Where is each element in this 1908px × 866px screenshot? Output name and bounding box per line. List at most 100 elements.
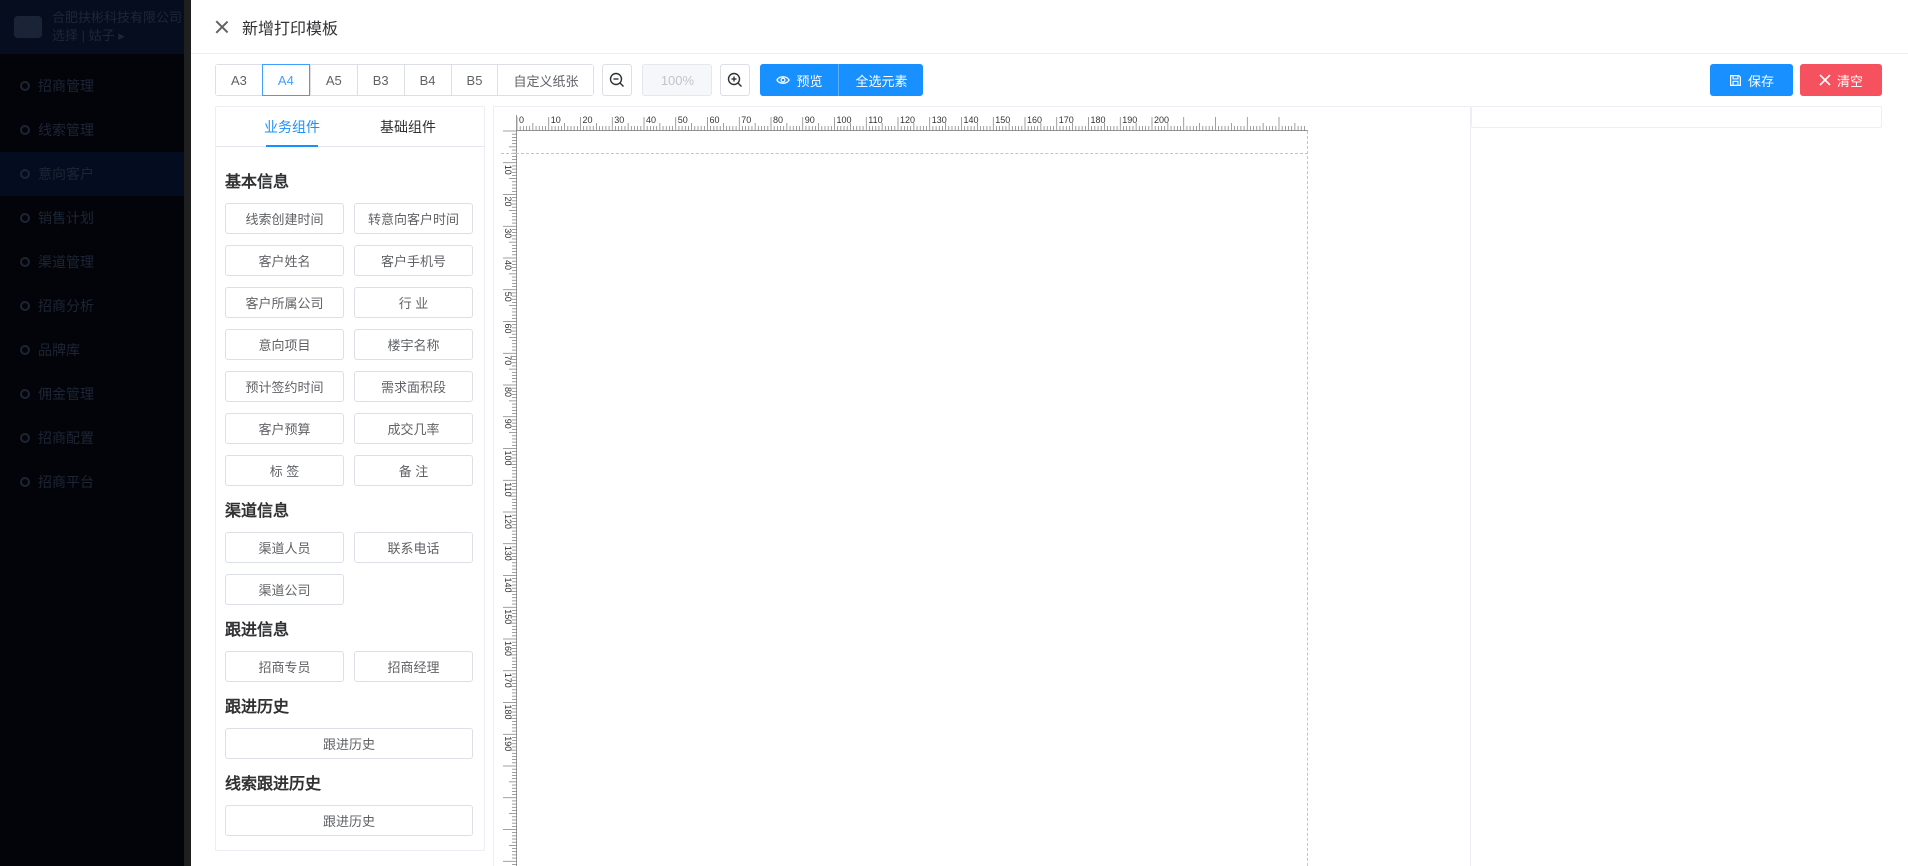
ruler-label: 70	[503, 355, 513, 365]
design-canvas-area[interactable]: 0 10 20 30 40 50 60 70 80 90 100 110 120 130 140 150 160…	[493, 106, 1471, 866]
component-tabs: 业务组件 基础组件	[216, 107, 484, 147]
ruler-label: 80	[503, 387, 513, 397]
background-menu-item: 招商管理	[0, 64, 190, 108]
background-menu: 招商管理 线索管理 意向客户 销售计划 渠道管理 招商分析 品牌库 佣金管理 招商配置 招商平台	[0, 64, 190, 504]
paper-size-button[interactable]: B5	[450, 65, 498, 95]
component-grid: 渠道人员 联系电话 渠道公司	[225, 532, 475, 605]
ruler-label: 150	[503, 609, 513, 624]
component-tab[interactable]: 基础组件	[350, 107, 466, 146]
background-brand: 合肥扶彬科技有限公司 选择 | 姑子 ▸	[0, 0, 190, 54]
background-sidebar: 合肥扶彬科技有限公司 选择 | 姑子 ▸ 招商管理 线索管理 意向客户 销售计划 渠道管…	[0, 0, 190, 866]
preview-button[interactable]: 预览	[760, 64, 840, 96]
background-menu-item: 招商平台	[0, 460, 190, 504]
component-button[interactable]: 招商专员	[225, 651, 344, 682]
component-button[interactable]: 渠道公司	[225, 574, 344, 605]
paper-size-button[interactable]: B4	[403, 65, 451, 95]
component-button[interactable]: 渠道人员	[225, 532, 344, 563]
ruler-label: 40	[646, 115, 656, 125]
paper-size-button[interactable]: A3	[216, 65, 262, 95]
save-button[interactable]: 保存	[1710, 64, 1793, 96]
component-button[interactable]: 预计签约时间	[225, 371, 344, 402]
properties-panel[interactable]	[1471, 106, 1882, 128]
component-button[interactable]: 客户预算	[225, 413, 344, 444]
ruler-label: 190	[1122, 115, 1137, 125]
ruler-label: 180	[503, 705, 513, 720]
component-button[interactable]: 行 业	[354, 287, 473, 318]
menu-dot-icon	[20, 345, 30, 355]
menu-dot-icon	[20, 301, 30, 311]
print-template-drawer: 新增打印模板 A3 A4 A5 B3 B4 B5 自定义纸张 100% 预览 全…	[191, 0, 1908, 866]
ruler-label: 40	[503, 260, 513, 270]
ruler-label: 110	[868, 115, 882, 125]
ruler-label: 200	[1154, 115, 1169, 125]
component-grid: 跟进历史	[225, 805, 475, 836]
select-all-button[interactable]: 全选元素	[839, 64, 924, 96]
component-button[interactable]: 客户手机号	[354, 245, 473, 276]
component-button[interactable]: 意向项目	[225, 329, 344, 360]
menu-dot-icon	[20, 433, 30, 443]
ruler-label: 30	[614, 115, 624, 125]
ruler-label: 140	[964, 115, 979, 125]
component-list: 基本信息线索创建时间 转意向客户时间 客户姓名 客户手机号 客户所属公司行 业意向项目楼…	[216, 147, 484, 836]
component-tab[interactable]: 业务组件	[234, 107, 350, 147]
background-menu-item: 招商分析	[0, 284, 190, 328]
clear-button[interactable]: 清空	[1800, 64, 1882, 96]
ruler-label: 60	[710, 115, 720, 125]
component-grid: 跟进历史	[225, 728, 475, 759]
component-button[interactable]: 线索创建时间	[225, 203, 344, 234]
toolbar: A3 A4 A5 B3 B4 B5 自定义纸张 100% 预览 全选元素	[215, 64, 924, 96]
save-icon	[1730, 74, 1741, 86]
ruler-label: 50	[503, 292, 513, 302]
ruler-label: 90	[805, 115, 815, 125]
ruler-label: 170	[1059, 115, 1074, 125]
ruler-label: 130	[503, 546, 513, 561]
component-button[interactable]: 跟进历史	[225, 805, 473, 836]
component-button[interactable]: 跟进历史	[225, 728, 473, 759]
ruler-label: 100	[503, 451, 513, 466]
section-title: 基本信息	[225, 174, 290, 191]
ruler-label: 50	[678, 115, 688, 125]
zoom-in-button[interactable]	[720, 64, 751, 96]
component-button[interactable]: 楼宇名称	[354, 329, 473, 360]
component-button[interactable]: 成交几率	[354, 413, 473, 444]
company-logo	[14, 16, 42, 38]
paper-size-button[interactable]: A5	[309, 65, 357, 95]
ruler-label: 20	[583, 115, 593, 125]
drawer-header: 新增打印模板	[191, 0, 1908, 54]
horizontal-ruler: 0 10 20 30 40 50 60 70 80 90 100 110 120 130 140 150 160…	[501, 115, 1308, 131]
component-button[interactable]: 转意向客户时间	[354, 203, 473, 234]
background-menu-item: 销售计划	[0, 196, 190, 240]
menu-dot-icon	[20, 81, 30, 91]
close-icon[interactable]	[213, 18, 231, 36]
brand-text: 合肥扶彬科技有限公司 选择 | 姑子 ▸	[52, 9, 182, 45]
background-menu-label: 招商分析	[38, 298, 94, 314]
paper-size-button[interactable]: 自定义纸张	[497, 65, 594, 95]
component-button[interactable]: 需求面积段	[354, 371, 473, 402]
component-button[interactable]: 标 签	[225, 455, 344, 486]
design-canvas[interactable]: 0 10 20 30 40 50 60 70 80 90 100 110 120 130 140 150 160…	[501, 115, 1308, 866]
drawer-title: 新增打印模板	[242, 20, 339, 38]
ruler-label: 190	[503, 736, 513, 751]
component-button[interactable]: 联系电话	[354, 532, 473, 563]
paper-size-button[interactable]: B3	[356, 65, 404, 95]
action-button-group: 预览 全选元素	[760, 64, 924, 96]
paper-size-button[interactable]: A4	[261, 64, 310, 96]
background-menu-label: 线索管理	[38, 122, 94, 138]
component-button[interactable]: 备 注	[354, 455, 473, 486]
ruler-label: 120	[900, 115, 915, 125]
ruler-label: 160	[1027, 115, 1042, 125]
component-button[interactable]: 客户所属公司	[225, 287, 344, 318]
ruler-label: 120	[503, 514, 513, 529]
background-menu-item: 意向客户	[0, 152, 190, 196]
section-title: 跟进信息	[225, 622, 290, 639]
background-menu-item: 招商配置	[0, 416, 190, 460]
eye-icon	[776, 76, 791, 84]
zoom-out-button[interactable]	[602, 64, 633, 96]
ruler-label: 80	[773, 115, 783, 125]
component-button[interactable]: 客户姓名	[225, 245, 344, 276]
component-button[interactable]: 招商经理	[354, 651, 473, 682]
zoom-value-display: 100%	[642, 64, 713, 96]
save-label: 保存	[1747, 73, 1774, 89]
ruler-label: 10	[551, 115, 561, 125]
menu-dot-icon	[20, 213, 30, 223]
